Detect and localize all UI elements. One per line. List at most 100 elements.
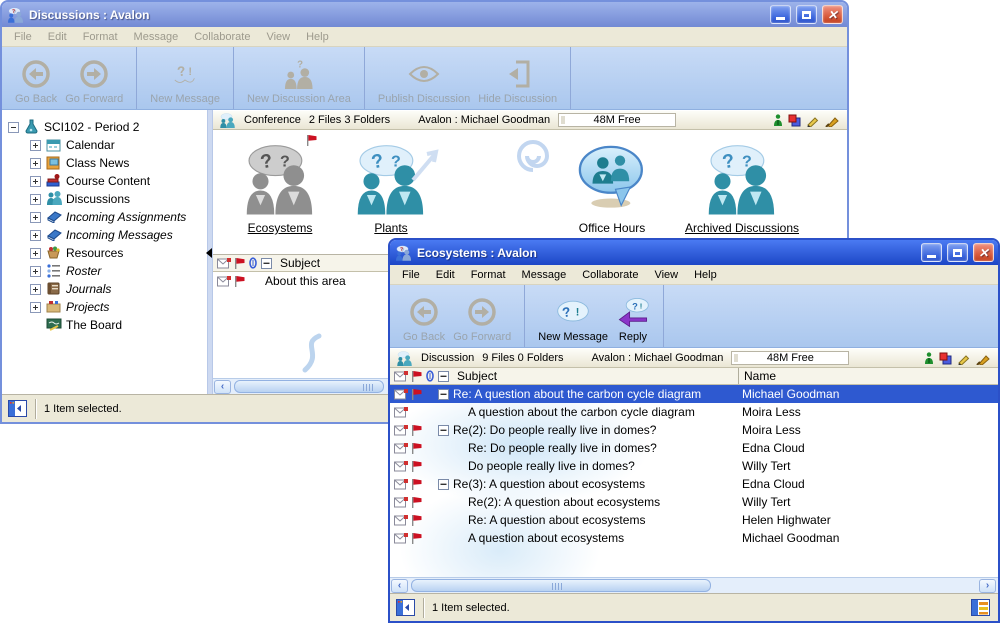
name-cell[interactable]: Michael Goodman	[742, 387, 839, 401]
name-cell[interactable]: Michael Goodman	[742, 531, 839, 545]
subject-cell[interactable]: About this area	[265, 274, 346, 288]
thread-expander-icon[interactable]	[438, 425, 449, 436]
tree-item-class-news[interactable]: Class News	[2, 154, 207, 172]
menu-item-file[interactable]: File	[6, 29, 40, 45]
tree-expander-icon[interactable]	[8, 122, 19, 133]
subject-cell[interactable]: A question about the carbon cycle diagra…	[468, 405, 695, 419]
subject-cell[interactable]: Do people really live in domes?	[468, 459, 635, 473]
thread-expander-icon[interactable]	[438, 389, 449, 400]
tree-item-incoming-messages[interactable]: Incoming Messages	[2, 226, 207, 244]
toolbar-button-go-forward[interactable]: Go Forward	[62, 56, 126, 106]
message-row[interactable]: Re(2): Do people really live in domes? M…	[390, 421, 998, 439]
subject-cell[interactable]: Re(3): A question about ecosystems	[453, 477, 645, 491]
subject-cell[interactable]: Re: Do people really live in domes?	[468, 441, 657, 455]
message-row[interactable]: Re(2): A question about ecosystems Willy…	[390, 493, 998, 511]
scroll-left-button[interactable]: ‹	[391, 579, 408, 593]
tree-item-resources[interactable]: Resources	[2, 244, 207, 262]
scroll-thumb[interactable]	[411, 579, 711, 592]
menu-item-edit[interactable]: Edit	[40, 29, 75, 45]
window1-titlebar[interactable]: ? Discussions : Avalon ✕	[2, 2, 847, 27]
close-button[interactable]: ✕	[822, 5, 843, 24]
tree-item-the-board[interactable]: The Board	[2, 316, 207, 334]
tree-expander-icon[interactable]	[30, 140, 41, 151]
tree-expander-icon[interactable]	[30, 302, 41, 313]
menu-item-edit[interactable]: Edit	[428, 267, 463, 283]
tree-expander-icon[interactable]	[30, 284, 41, 295]
toolbar-button-publish-discussion[interactable]: Publish Discussion	[375, 56, 473, 106]
name-cell[interactable]: Willy Tert	[742, 459, 790, 473]
tree-item-course-content[interactable]: Course Content	[2, 172, 207, 190]
maximize-button[interactable]	[947, 243, 968, 262]
tree-item-sci102-period-2[interactable]: SCI102 - Period 2	[2, 118, 207, 136]
menu-item-view[interactable]: View	[258, 29, 298, 45]
toolbar-button-go-back[interactable]: Go Back	[400, 294, 448, 344]
name-cell[interactable]: Edna Cloud	[742, 441, 805, 455]
name-cell[interactable]: Edna Cloud	[742, 477, 805, 491]
subject-cell[interactable]: Re: A question about the carbon cycle di…	[453, 387, 701, 401]
subject-cell[interactable]: A question about ecosystems	[468, 531, 624, 545]
scroll-right-button[interactable]: ›	[979, 579, 996, 593]
tree-item-incoming-assignments[interactable]: Incoming Assignments	[2, 208, 207, 226]
menu-item-format[interactable]: Format	[75, 29, 126, 45]
minimize-button[interactable]	[921, 243, 942, 262]
tree-item-journals[interactable]: Journals	[2, 280, 207, 298]
message-row[interactable]: A question about ecosystems Michael Good…	[390, 529, 998, 547]
scroll-left-button[interactable]: ‹	[214, 380, 231, 394]
toolbar-button-reply[interactable]: ?! Reply	[613, 294, 653, 344]
collapse-all-icon[interactable]	[261, 258, 272, 269]
menu-item-collaborate[interactable]: Collaborate	[574, 267, 646, 283]
toolbar-button-new-message[interactable]: ? ! New Message	[535, 294, 611, 344]
menu-item-help[interactable]: Help	[686, 267, 725, 283]
maximize-button[interactable]	[796, 5, 817, 24]
message-header-row[interactable]: Subject Name	[390, 368, 998, 385]
toolbar-button-new-message[interactable]: ?! New Message	[147, 56, 223, 106]
tree-expander-icon[interactable]	[30, 176, 41, 187]
menu-item-view[interactable]: View	[646, 267, 686, 283]
name-cell[interactable]: Willy Tert	[742, 495, 790, 509]
toolbar-button-go-forward[interactable]: Go Forward	[450, 294, 514, 344]
menu-item-collaborate[interactable]: Collaborate	[186, 29, 258, 45]
message-row[interactable]: Re: A question about ecosystems Helen Hi…	[390, 511, 998, 529]
view-grid-icon[interactable]	[971, 599, 990, 616]
close-button[interactable]: ✕	[973, 243, 994, 262]
message-row[interactable]: Do people really live in domes? Willy Te…	[390, 457, 998, 475]
conference-item-office-hours[interactable]: Office Hours	[547, 134, 677, 235]
message-row[interactable]: Re(3): A question about ecosystems Edna …	[390, 475, 998, 493]
menu-item-file[interactable]: File	[394, 267, 428, 283]
menu-item-help[interactable]: Help	[298, 29, 337, 45]
panel-toggle-icon[interactable]	[8, 400, 27, 417]
tree-expander-icon[interactable]	[30, 158, 41, 169]
conference-item-plants[interactable]: ? ? Plants	[326, 134, 456, 235]
tree-item-roster[interactable]: Roster	[2, 262, 207, 280]
name-cell[interactable]: Moira Less	[742, 405, 801, 419]
scroll-thumb[interactable]	[234, 380, 384, 393]
name-column-header[interactable]: Name	[738, 368, 776, 384]
toolbar-button-go-back[interactable]: Go Back	[12, 56, 60, 106]
menu-item-message[interactable]: Message	[514, 267, 575, 283]
menu-item-message[interactable]: Message	[126, 29, 187, 45]
window2-titlebar[interactable]: ? Ecosystems : Avalon ✕	[390, 240, 998, 265]
toolbar-button-hide-discussion[interactable]: Hide Discussion	[475, 56, 560, 106]
subject-cell[interactable]: Re(2): A question about ecosystems	[468, 495, 660, 509]
toolbar-button-new-discussion-area[interactable]: ? New Discussion Area	[244, 56, 354, 106]
subject-column-header[interactable]: Subject	[280, 256, 320, 270]
minimize-button[interactable]	[770, 5, 791, 24]
message-hscrollbar[interactable]: ‹ ›	[390, 577, 998, 593]
name-cell[interactable]: Moira Less	[742, 423, 801, 437]
conference-item-archived-discussions[interactable]: ? ? Archived Discussions	[677, 134, 807, 235]
message-row[interactable]: Re: A question about the carbon cycle di…	[390, 385, 998, 403]
tree-item-discussions[interactable]: Discussions	[2, 190, 207, 208]
tree-item-calendar[interactable]: Calendar	[2, 136, 207, 154]
tree-expander-icon[interactable]	[30, 194, 41, 205]
thread-expander-icon[interactable]	[438, 479, 449, 490]
subject-column-header[interactable]: Subject	[457, 369, 497, 383]
subject-cell[interactable]: Re: A question about ecosystems	[468, 513, 645, 527]
collapse-all-icon[interactable]	[438, 371, 449, 382]
panel-toggle-icon[interactable]	[396, 599, 415, 616]
tree-expander-icon[interactable]	[30, 230, 41, 241]
name-cell[interactable]: Helen Highwater	[742, 513, 831, 527]
menu-item-format[interactable]: Format	[463, 267, 514, 283]
tree-expander-icon[interactable]	[30, 266, 41, 277]
tree-item-projects[interactable]: Projects	[2, 298, 207, 316]
tree-expander-icon[interactable]	[30, 212, 41, 223]
